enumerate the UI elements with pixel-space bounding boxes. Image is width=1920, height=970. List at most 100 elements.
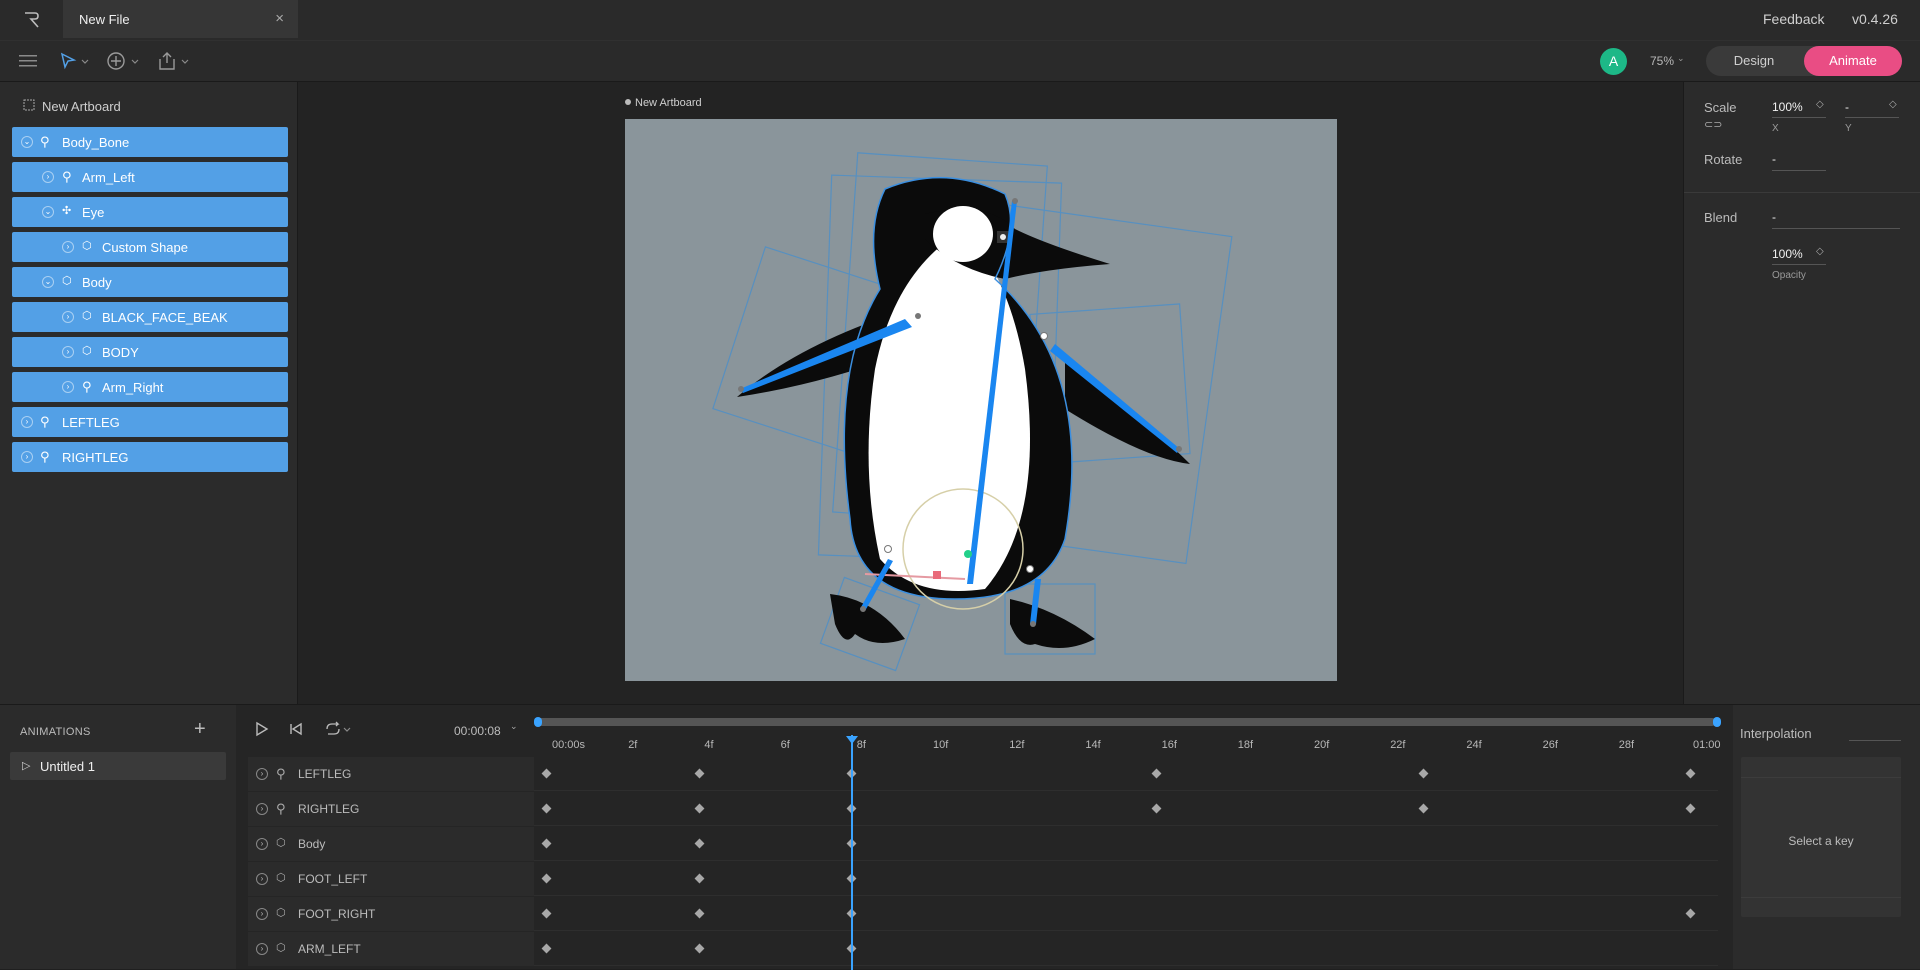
rotate-underline bbox=[1772, 170, 1826, 171]
keyframe-diamond-icon[interactable]: ◇ bbox=[1889, 99, 1897, 110]
bone-icon: ⚲ bbox=[40, 449, 50, 464]
avatar[interactable]: A bbox=[1600, 48, 1627, 75]
chevron-right-icon[interactable]: › bbox=[256, 803, 268, 815]
play-icon: ▷ bbox=[22, 760, 31, 772]
hier-item-body-bone[interactable]: ⌄ ⚲ Body_Bone bbox=[12, 127, 288, 157]
timeline-row[interactable]: › ⬡ ARM_LEFT bbox=[248, 932, 1718, 966]
scale-y-sublabel: Y bbox=[1845, 123, 1852, 134]
zoom-dropdown[interactable]: 75% bbox=[1650, 54, 1674, 68]
hierarchy-panel: New Artboard ⌄ ⚲ Body_Bone › ⚲ Arm_Left … bbox=[0, 82, 298, 704]
work-area-bar[interactable] bbox=[536, 718, 1716, 726]
file-tab[interactable]: New File × bbox=[63, 0, 298, 38]
add-animation-button[interactable]: + bbox=[194, 718, 206, 741]
hier-item-body[interactable]: ⌄ ⬡ Body bbox=[12, 267, 288, 297]
close-icon[interactable]: × bbox=[275, 10, 284, 27]
shape-icon: ⬡ bbox=[62, 275, 72, 287]
animations-title: ANIMATIONS bbox=[20, 726, 91, 738]
loop-icon[interactable] bbox=[324, 720, 352, 738]
ruler-tick-label: 18f bbox=[1237, 739, 1254, 751]
artboard-row[interactable]: New Artboard bbox=[42, 99, 121, 114]
interpolation-panel: Interpolation Select a key bbox=[1733, 704, 1920, 969]
chevron-down-icon[interactable]: ⌄ bbox=[1677, 53, 1685, 64]
ruler-tick-label: 10f bbox=[933, 739, 949, 751]
ruler-tick-label: 20f bbox=[1314, 739, 1330, 751]
hier-item-leftleg[interactable]: › ⚲ LEFTLEG bbox=[12, 407, 288, 437]
shape-icon: ⬡ bbox=[276, 942, 286, 954]
rewind-icon[interactable] bbox=[289, 722, 303, 736]
artboard-dot-icon bbox=[625, 99, 631, 105]
file-tab-title: New File bbox=[79, 12, 130, 27]
hier-item-black-face-beak[interactable]: › ⬡ BLACK_FACE_BEAK bbox=[12, 302, 288, 332]
hier-item-arm-left[interactable]: › ⚲ Arm_Left bbox=[12, 162, 288, 192]
add-shape-icon[interactable] bbox=[107, 51, 141, 71]
chevron-down-icon[interactable]: ⌄ bbox=[42, 206, 54, 218]
play-icon[interactable] bbox=[254, 721, 270, 737]
hier-item-arm-right[interactable]: › ⚲ Arm_Right bbox=[12, 372, 288, 402]
chevron-right-icon[interactable]: › bbox=[62, 381, 74, 393]
timeline-row[interactable]: › ⚲ RIGHTLEG bbox=[248, 792, 1718, 826]
chevron-right-icon[interactable]: › bbox=[62, 346, 74, 358]
timeline-row[interactable]: › ⬡ Body bbox=[248, 827, 1718, 861]
chevron-right-icon[interactable]: › bbox=[62, 241, 74, 253]
scale-x-sublabel: X bbox=[1772, 123, 1779, 134]
keyframe-diamond-icon[interactable]: ◇ bbox=[1816, 246, 1824, 257]
select-key-placeholder: Select a key bbox=[1788, 834, 1854, 848]
chevron-right-icon[interactable]: › bbox=[256, 838, 268, 850]
chevron-right-icon[interactable]: › bbox=[256, 943, 268, 955]
timeline-row[interactable]: › ⬡ FOOT_LEFT bbox=[248, 862, 1718, 896]
opacity-input[interactable]: 100% bbox=[1772, 247, 1803, 261]
divider bbox=[1741, 777, 1901, 778]
ruler-tick-label: 2f bbox=[628, 739, 638, 751]
shape-icon: ⬡ bbox=[82, 240, 92, 252]
link-icon[interactable]: ⊂⊃ bbox=[1704, 118, 1722, 131]
scale-x-input[interactable]: 100% bbox=[1772, 100, 1803, 114]
menu-icon[interactable] bbox=[19, 54, 37, 68]
blend-label: Blend bbox=[1704, 210, 1738, 225]
chevron-down-icon[interactable]: ⌄ bbox=[42, 276, 54, 288]
keyframe-diamond-icon[interactable]: ◇ bbox=[1816, 99, 1824, 110]
ruler-tick-label: 00:00s bbox=[552, 739, 586, 751]
hier-item-custom-shape[interactable]: › ⬡ Custom Shape bbox=[12, 232, 288, 262]
hier-item-body-shape[interactable]: › ⬡ BODY bbox=[12, 337, 288, 367]
artboard-label[interactable]: New Artboard bbox=[635, 97, 702, 109]
select-tool-icon[interactable] bbox=[60, 52, 90, 70]
app-logo-icon[interactable] bbox=[22, 10, 42, 30]
chevron-down-icon[interactable]: ⌄ bbox=[510, 721, 518, 732]
rotate-label: Rotate bbox=[1704, 152, 1743, 167]
design-mode-button[interactable]: Design bbox=[1706, 46, 1802, 76]
timeline-row[interactable]: › ⬡ FOOT_RIGHT bbox=[248, 897, 1718, 931]
animate-mode-button[interactable]: Animate bbox=[1804, 46, 1902, 76]
chevron-right-icon[interactable]: › bbox=[42, 171, 54, 183]
time-display[interactable]: 00:00:08 bbox=[454, 724, 501, 738]
ruler-tick-label: 8f bbox=[856, 739, 866, 751]
hier-item-eye[interactable]: ⌄ ✣ Eye bbox=[12, 197, 288, 227]
chevron-right-icon[interactable]: › bbox=[256, 768, 268, 780]
penguin-illustration[interactable] bbox=[625, 119, 1337, 681]
chevron-right-icon[interactable]: › bbox=[62, 311, 74, 323]
playhead[interactable] bbox=[851, 735, 853, 970]
animation-item[interactable]: ▷ Untitled 1 bbox=[10, 752, 226, 780]
chevron-right-icon[interactable]: › bbox=[21, 416, 33, 428]
chevron-right-icon[interactable]: › bbox=[256, 908, 268, 920]
chevron-down-icon[interactable]: ⌄ bbox=[21, 136, 33, 148]
blend-select[interactable]: - bbox=[1772, 210, 1776, 224]
scale-x-underline bbox=[1772, 117, 1826, 118]
animations-panel: ANIMATIONS + ▷ Untitled 1 bbox=[0, 704, 236, 969]
timeline-row[interactable]: › ⚲ LEFTLEG bbox=[248, 757, 1718, 791]
hier-item-rightleg[interactable]: › ⚲ RIGHTLEG bbox=[12, 442, 288, 472]
chevron-right-icon[interactable]: › bbox=[256, 873, 268, 885]
work-area-end-handle[interactable] bbox=[1713, 717, 1721, 727]
scale-y-input[interactable]: - bbox=[1845, 100, 1849, 114]
opacity-label: Opacity bbox=[1772, 270, 1806, 281]
stage-canvas[interactable]: New Artboard bbox=[298, 82, 1683, 704]
bone-icon: ⚲ bbox=[82, 379, 92, 394]
interpolation-underline bbox=[1849, 740, 1901, 741]
rotate-input[interactable]: - bbox=[1772, 152, 1776, 166]
work-area-start-handle[interactable] bbox=[534, 717, 542, 727]
bone-icon: ⚲ bbox=[40, 414, 50, 429]
export-icon[interactable] bbox=[158, 51, 192, 71]
feedback-link[interactable]: Feedback bbox=[1763, 11, 1824, 27]
artboard[interactable] bbox=[625, 119, 1337, 681]
chevron-right-icon[interactable]: › bbox=[21, 451, 33, 463]
artboard-icon bbox=[23, 99, 35, 111]
